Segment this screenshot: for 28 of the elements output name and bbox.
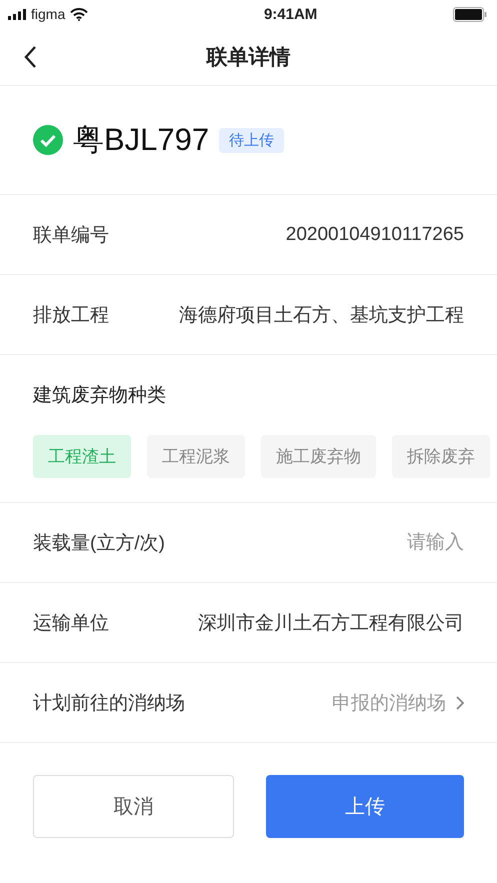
- field-label: 装载量(立方/次): [33, 532, 165, 556]
- field-label: 计划前往的消纳场: [33, 692, 185, 716]
- wifi-icon: [70, 8, 88, 20]
- field-label: 运输单位: [33, 612, 109, 636]
- field-value: 20200104910117265: [286, 224, 464, 246]
- carrier-name: figma: [31, 6, 66, 22]
- field-label: 建筑废弃物种类: [33, 384, 166, 408]
- chevron-right-icon: [456, 696, 464, 710]
- select-field[interactable]: 申报的消纳场: [332, 690, 464, 716]
- back-button[interactable]: [24, 46, 37, 68]
- waste-type-chip[interactable]: 工程泥浆: [147, 435, 245, 478]
- back-icon: [24, 46, 37, 68]
- status-time: 9:41AM: [264, 6, 318, 22]
- waste-type-chip[interactable]: 施工废弃物: [261, 435, 376, 478]
- signal-icon: [8, 8, 26, 20]
- license-plate: 粤BJL797: [73, 121, 210, 159]
- field-label: 排放工程: [33, 304, 109, 328]
- field-value: 海德府项目土石方、基坑支护工程: [179, 304, 464, 328]
- cancel-button[interactable]: 取消: [33, 775, 234, 838]
- input-field[interactable]: 请输入: [344, 532, 464, 554]
- page-title: 联单详情: [206, 46, 290, 68]
- battery-icon: [453, 6, 487, 22]
- waste-type-chip[interactable]: 拆除废弃: [392, 435, 490, 478]
- upload-button[interactable]: 上传: [266, 775, 464, 838]
- status-tag: 待上传: [219, 128, 284, 152]
- field-value: 深圳市金川土石方工程有限公司: [198, 612, 464, 636]
- field-label: 联单编号: [33, 224, 109, 248]
- waste-type-chip[interactable]: 工程渣土: [33, 435, 131, 478]
